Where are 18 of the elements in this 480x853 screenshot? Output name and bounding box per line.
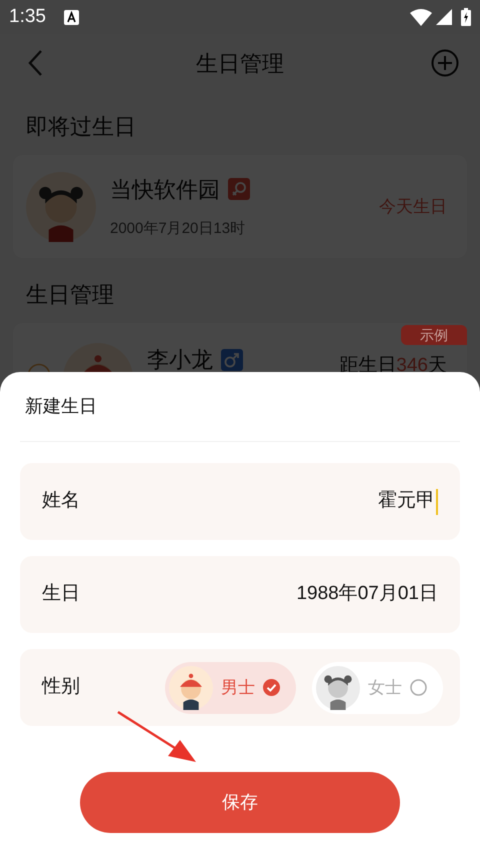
- field-value: 霍元甲: [378, 489, 435, 514]
- section-heading: 即将过生日: [26, 114, 136, 139]
- person-name: 当快软件园: [110, 176, 220, 204]
- gender-option[interactable]: 男士: [165, 662, 296, 714]
- example-tag: 示例: [401, 325, 467, 345]
- form-field[interactable]: 生日 1988年07月01日: [20, 556, 460, 633]
- field-value: 1988年07月01日: [296, 582, 438, 606]
- form-field[interactable]: 姓名 霍元甲: [20, 463, 460, 540]
- field-label: 姓名: [42, 489, 80, 514]
- sheet-title: 新建生日: [25, 395, 97, 418]
- gender-option[interactable]: 女士: [312, 662, 443, 714]
- section-heading: 生日管理: [26, 282, 114, 307]
- field-label: 性别: [42, 675, 80, 700]
- save-button[interactable]: 保存: [80, 772, 400, 833]
- page-title: 生日管理: [196, 50, 284, 78]
- person-name: 李小龙: [147, 346, 213, 374]
- status-time: 1:35: [9, 4, 46, 29]
- field-label: 生日: [42, 582, 80, 606]
